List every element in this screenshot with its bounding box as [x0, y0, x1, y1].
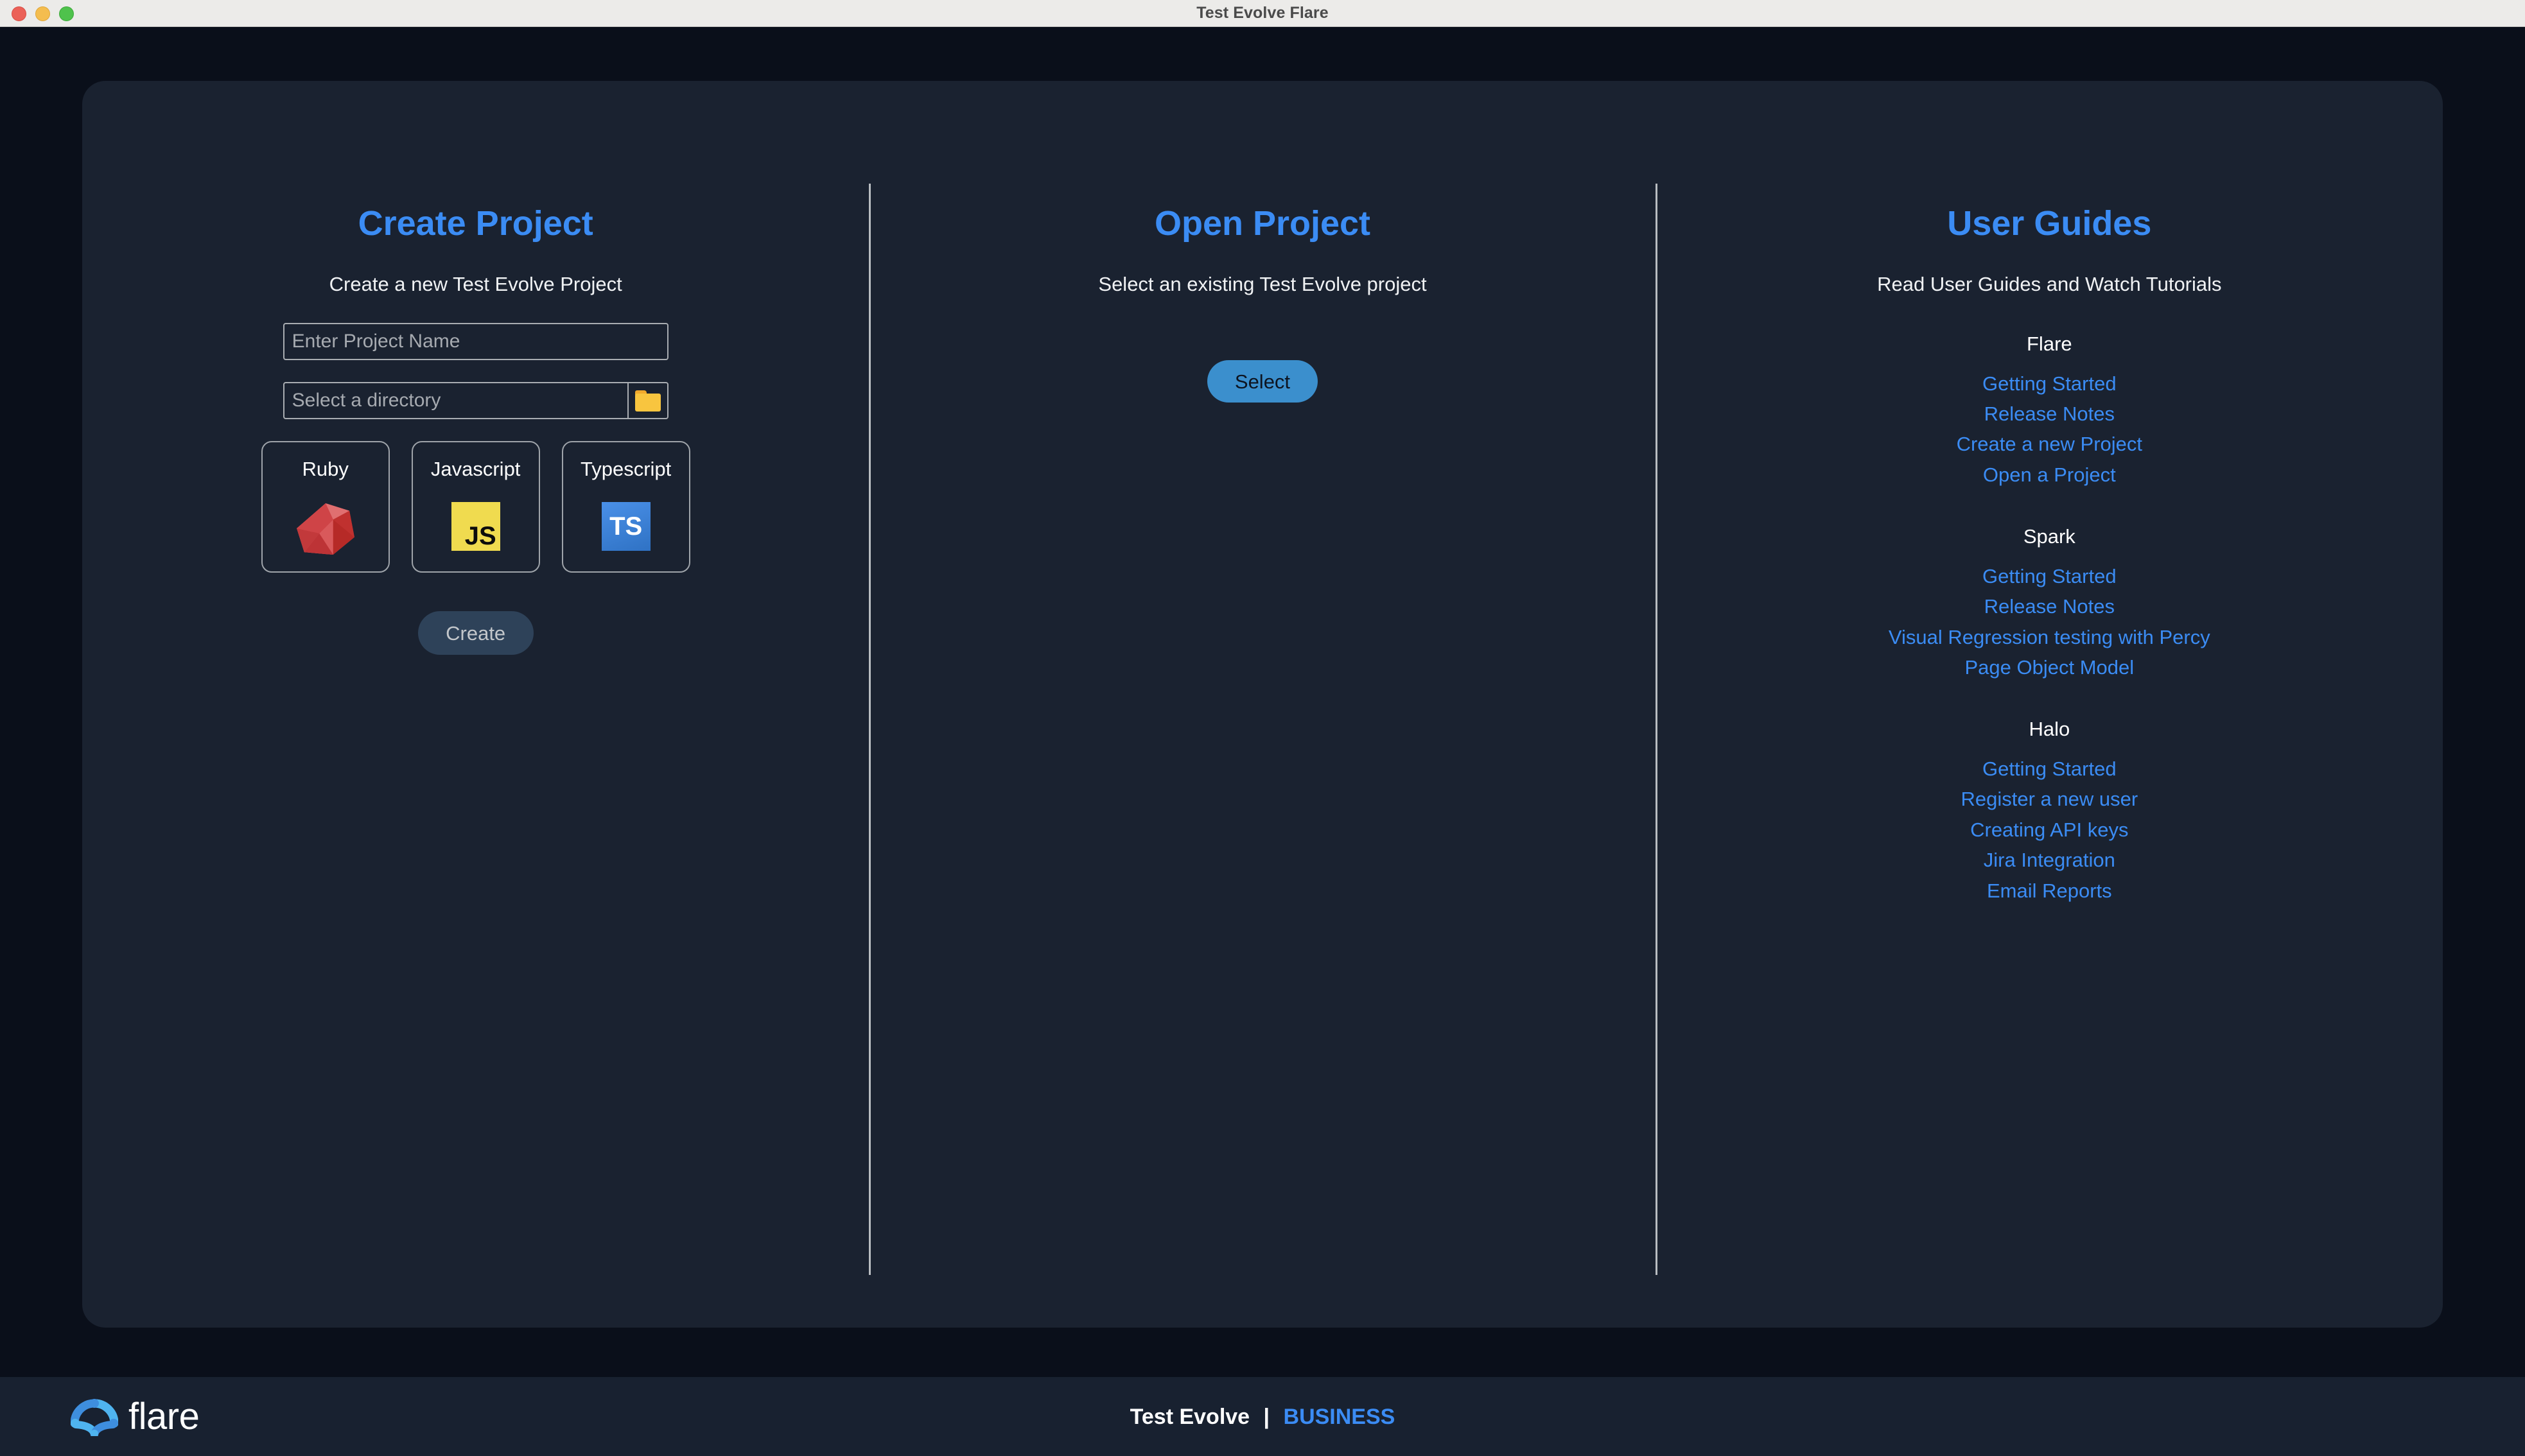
- guide-group-heading-halo: Halo: [2029, 718, 2070, 741]
- create-project-title: Create Project: [358, 204, 593, 243]
- footer-separator: |: [1263, 1404, 1270, 1429]
- javascript-icon: JS: [451, 502, 500, 551]
- guide-link-spark-release-notes[interactable]: Release Notes: [1869, 591, 2229, 621]
- footer-product-name: Test Evolve: [1130, 1404, 1250, 1429]
- flare-logo-icon: [70, 1394, 119, 1439]
- guide-link-halo-email-reports[interactable]: Email Reports: [1869, 876, 2229, 906]
- language-label-ruby: Ruby: [302, 458, 349, 480]
- window-title: Test Evolve Flare: [1196, 4, 1329, 22]
- browse-directory-button[interactable]: [627, 383, 667, 418]
- create-project-subtitle: Create a new Test Evolve Project: [329, 273, 622, 295]
- project-directory-placeholder: Select a directory: [292, 390, 441, 411]
- guide-link-flare-release-notes[interactable]: Release Notes: [1869, 399, 2229, 429]
- project-name-input[interactable]: Enter Project Name: [283, 323, 668, 360]
- folder-icon: [634, 390, 661, 412]
- project-directory-input[interactable]: Select a directory: [283, 382, 668, 419]
- guide-link-flare-getting-started[interactable]: Getting Started: [1869, 368, 2229, 399]
- language-selector: Ruby Javascript JS Typescript TS: [82, 441, 869, 573]
- user-guides-subtitle: Read User Guides and Watch Tutorials: [1877, 273, 2222, 295]
- user-guides-title: User Guides: [1947, 204, 2152, 243]
- language-label-typescript: Typescript: [581, 458, 672, 480]
- footer-tier-badge: BUSINESS: [1283, 1404, 1395, 1429]
- create-project-button[interactable]: Create: [417, 611, 534, 655]
- guide-link-spark-page-object-model[interactable]: Page Object Model: [1869, 652, 2229, 682]
- minimize-window-button[interactable]: [35, 6, 50, 21]
- language-card-ruby[interactable]: Ruby: [261, 441, 390, 573]
- language-card-javascript[interactable]: Javascript JS: [411, 441, 540, 573]
- traffic-light-group: [12, 0, 74, 27]
- app-body: Create Project Create a new Test Evolve …: [0, 27, 2525, 1377]
- create-project-column: Create Project Create a new Test Evolve …: [82, 81, 869, 1328]
- guide-group-spark: Spark Getting Started Release Notes Visu…: [1656, 522, 2443, 682]
- flare-logo-text: flare: [128, 1395, 200, 1437]
- language-card-typescript[interactable]: Typescript TS: [561, 441, 690, 573]
- app-footer: flare Test Evolve | BUSINESS: [0, 1377, 2525, 1456]
- guide-link-halo-getting-started[interactable]: Getting Started: [1869, 754, 2229, 784]
- main-panel: Create Project Create a new Test Evolve …: [82, 81, 2443, 1328]
- guide-link-halo-register-user[interactable]: Register a new user: [1869, 784, 2229, 814]
- guide-group-flare: Flare Getting Started Release Notes Crea…: [1656, 329, 2443, 490]
- typescript-icon: TS: [601, 502, 651, 551]
- guide-link-halo-api-keys[interactable]: Creating API keys: [1869, 815, 2229, 845]
- guide-group-halo: Halo Getting Started Register a new user…: [1656, 715, 2443, 906]
- language-label-javascript: Javascript: [430, 458, 521, 480]
- window-titlebar: Test Evolve Flare: [0, 0, 2525, 27]
- guide-group-heading-flare: Flare: [2027, 333, 2072, 355]
- guide-link-spark-visual-regression-percy[interactable]: Visual Regression testing with Percy: [1869, 622, 2229, 652]
- ruby-gem-icon: [294, 502, 357, 559]
- guide-link-spark-getting-started[interactable]: Getting Started: [1869, 561, 2229, 591]
- open-project-column: Open Project Select an existing Test Evo…: [869, 81, 1656, 1328]
- open-project-title: Open Project: [1154, 204, 1371, 243]
- guide-link-halo-jira-integration[interactable]: Jira Integration: [1869, 845, 2229, 875]
- flare-brand: flare: [70, 1394, 200, 1439]
- maximize-window-button[interactable]: [59, 6, 74, 21]
- footer-product-info: Test Evolve | BUSINESS: [0, 1406, 2525, 1428]
- close-window-button[interactable]: [12, 6, 26, 21]
- guide-link-flare-open-project[interactable]: Open a Project: [1869, 460, 2229, 490]
- guide-group-heading-spark: Spark: [2023, 525, 2075, 548]
- open-project-subtitle: Select an existing Test Evolve project: [1098, 273, 1427, 295]
- select-project-button[interactable]: Select: [1207, 360, 1318, 403]
- guide-link-flare-create-project[interactable]: Create a new Project: [1869, 429, 2229, 459]
- project-name-placeholder: Enter Project Name: [292, 331, 460, 352]
- user-guides-column: User Guides Read User Guides and Watch T…: [1656, 81, 2443, 1328]
